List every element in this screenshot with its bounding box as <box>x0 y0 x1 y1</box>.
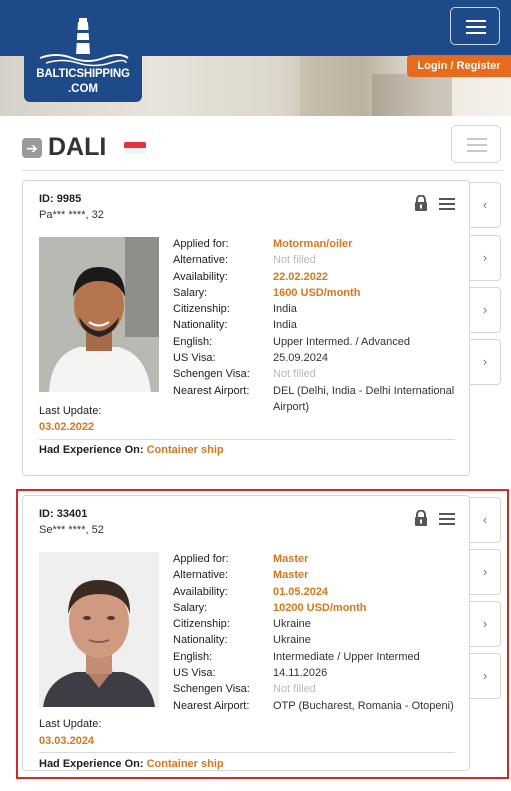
highlight-box <box>16 489 509 779</box>
expand-button[interactable]: › <box>469 287 501 333</box>
experience-row: Had Experience On: Container ship <box>39 444 224 456</box>
expand-button[interactable]: › <box>469 339 501 385</box>
field-label: Alternative: <box>173 254 229 267</box>
crew-details: Applied for: Motorman/oiler Alternative: N… <box>173 236 463 413</box>
auth-separator: / <box>450 60 454 72</box>
page-menu-button[interactable] <box>451 125 501 163</box>
chevron-right-icon: › <box>482 250 488 265</box>
login-link[interactable]: Login <box>417 60 447 72</box>
field-row: Alternative: Not filled <box>173 252 463 268</box>
chevron-right-icon: › <box>482 302 488 317</box>
logo-domain: .COM <box>67 83 99 95</box>
site-logo[interactable]: BALTICSHIPPING .COM <box>24 6 142 102</box>
crew-card: ID: 9985 Pa*** ****, 32 Applied for: Moto… <box>22 180 470 476</box>
lock-icon[interactable] <box>414 195 428 211</box>
main-menu-button[interactable] <box>450 7 500 45</box>
auth-links: Login / Register <box>407 55 511 77</box>
title-row: ➔ DALI <box>22 132 502 166</box>
field-label: Nationality: <box>173 319 228 332</box>
field-label: US Visa: <box>173 352 216 365</box>
field-value: Motorman/oiler <box>273 238 353 250</box>
page-title: DALI <box>48 133 107 161</box>
register-link[interactable]: Register <box>457 60 501 72</box>
field-value: Upper Intermed. / Advanced <box>273 335 410 348</box>
field-row: Nationality: India <box>173 317 463 333</box>
field-row: US Visa: 25.09.2024 <box>173 350 463 366</box>
field-row: Availability: 22.02.2022 <box>173 269 463 285</box>
title-divider <box>22 170 503 171</box>
chevron-right-icon: › <box>482 354 488 369</box>
experience-value[interactable]: Container ship <box>147 444 224 456</box>
singapore-flag-icon <box>124 142 146 154</box>
field-value: 1600 USD/month <box>273 286 361 299</box>
card-divider <box>39 439 455 440</box>
field-value: Not filled <box>273 368 316 381</box>
field-row: Schengen Visa: Not filled <box>173 366 463 382</box>
field-row: English: Upper Intermed. / Advanced <box>173 334 463 350</box>
field-label: Citizenship: <box>173 303 230 316</box>
field-label: Schengen Visa: <box>173 368 250 381</box>
field-row: Applied for: Motorman/oiler <box>173 236 463 252</box>
field-value: 25.09.2024 <box>273 352 329 365</box>
field-row: Citizenship: India <box>173 301 463 317</box>
field-row: Nearest Airport: DEL (Delhi, India - Delh… <box>173 383 463 413</box>
field-value: Not filled <box>273 254 316 267</box>
field-label: Availability: <box>173 270 228 283</box>
experience-label: Had Experience On: <box>39 444 144 456</box>
last-update-value: 03.02.2022 <box>39 421 95 433</box>
field-row: Salary: 1600 USD/month <box>173 285 463 301</box>
field-value: 22.02.2022 <box>273 270 329 283</box>
field-value: DEL (Delhi, India - Delhi International … <box>273 384 455 413</box>
field-label: Nearest Airport: <box>173 384 250 397</box>
field-value: India <box>273 303 297 316</box>
back-arrow-icon[interactable]: ➔ <box>22 138 42 158</box>
field-label: English: <box>173 335 213 348</box>
field-label: Applied for: <box>173 238 229 250</box>
last-update-label: Last Update: <box>39 405 102 417</box>
crew-name-age: Pa*** ****, 32 <box>39 209 104 221</box>
field-value: India <box>273 319 297 332</box>
lighthouse-icon <box>39 18 129 67</box>
list-icon[interactable] <box>439 198 455 210</box>
logo-text: BALTICSHIPPING <box>36 68 130 80</box>
collapse-button[interactable]: ‹ <box>469 182 501 228</box>
field-label: Salary: <box>173 286 208 299</box>
crew-id: ID: 9985 <box>39 193 82 205</box>
crew-photo <box>39 237 159 392</box>
expand-button[interactable]: › <box>469 235 501 281</box>
chevron-left-icon: ‹ <box>482 197 488 212</box>
